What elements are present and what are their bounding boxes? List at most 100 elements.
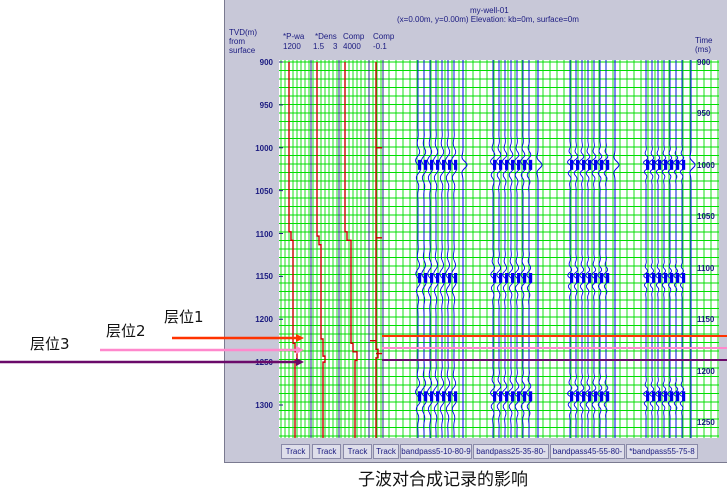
- synthetic-peak: [670, 273, 674, 283]
- synthetic-peak: [576, 391, 580, 402]
- track-header-pwave-name: *P-wa: [283, 32, 305, 41]
- synthetic-peak: [430, 159, 434, 170]
- tab-track-4[interactable]: Track: [373, 444, 399, 459]
- synthetic-peak: [600, 159, 604, 170]
- synthetic-peak: [430, 273, 434, 283]
- synthetic-peak: [594, 273, 598, 283]
- track-header-density-name: *Dens: [315, 32, 337, 41]
- time-tick-label: 1200: [697, 366, 715, 376]
- synthetic-peak: [646, 159, 650, 170]
- time-tick-label: 900: [697, 58, 711, 67]
- synthetic-peak: [523, 273, 527, 283]
- synthetic-peak: [576, 273, 580, 283]
- time-tick-label: 1250: [697, 418, 715, 427]
- synthetic-peak: [499, 391, 503, 402]
- horizon-3-label: 层位3: [30, 335, 70, 353]
- horizon-1-label: 层位1: [164, 308, 204, 326]
- synthetic-peak: [646, 273, 650, 283]
- synthetic-peak: [600, 391, 604, 402]
- synthetic-peak: [454, 391, 458, 402]
- well-location: (x=0.00m, y=0.00m) Elevation: kb=0m, sur…: [397, 15, 579, 24]
- tvd-tick-label: 1050: [255, 186, 273, 196]
- synthetic-peak: [570, 273, 574, 283]
- synthetic-peak: [517, 273, 521, 283]
- synthetic-peak: [676, 159, 680, 170]
- synthetic-peak: [448, 391, 452, 402]
- synthetic-peak: [442, 273, 446, 283]
- tab-bandpass-25-35[interactable]: bandpass25-35-80-: [473, 444, 549, 459]
- synthetic-peak: [658, 159, 662, 170]
- synthetic-peak: [594, 159, 598, 170]
- synthetic-peak: [511, 391, 515, 402]
- well-section-window: my-well-01 (x=0.00m, y=0.00m) Elevation:…: [224, 0, 727, 463]
- time-tick-label: 1100: [697, 263, 715, 273]
- synthetic-peak: [646, 391, 650, 402]
- synthetic-peak: [664, 273, 668, 283]
- synthetic-peak: [606, 159, 610, 170]
- synthetic-peak: [454, 159, 458, 170]
- tvd-tick-label: 1150: [255, 272, 273, 282]
- synthetic-peak: [523, 159, 527, 170]
- tvd-axis-label-line3: surface: [229, 46, 256, 55]
- tvd-tick-label: 1100: [255, 229, 273, 239]
- synthetic-peak: [682, 273, 686, 283]
- time-tick-label: 1050: [697, 212, 715, 222]
- synthetic-peak: [517, 391, 521, 402]
- track-header-comp2-name: Comp: [373, 32, 395, 41]
- synthetic-peak: [576, 159, 580, 170]
- synthetic-peak: [499, 159, 503, 170]
- synthetic-peak: [418, 159, 422, 170]
- tab-bandpass-45-55[interactable]: bandpass45-55-80-: [550, 444, 625, 459]
- tab-bandpass-55-75[interactable]: *bandpass55-75-8: [626, 444, 698, 459]
- synthetic-peak: [505, 273, 509, 283]
- time-axis-label-line1: Time: [695, 36, 713, 45]
- synthetic-peak: [658, 391, 662, 402]
- synthetic-peak: [588, 273, 592, 283]
- time-axis-label-line2: (ms): [695, 45, 711, 54]
- synthetic-peak: [588, 159, 592, 170]
- synthetic-peak: [505, 159, 509, 170]
- tvd-tick-label: 1000: [255, 143, 273, 153]
- synthetic-peak: [436, 391, 440, 402]
- synthetic-peak: [442, 391, 446, 402]
- synthetic-peak: [652, 273, 656, 283]
- synthetic-peak: [430, 391, 434, 402]
- synthetic-peak: [594, 391, 598, 402]
- track-header-comp2-scale: -0.1: [373, 42, 387, 51]
- synthetic-peak: [670, 159, 674, 170]
- horizon-2-label: 层位2: [106, 322, 146, 340]
- synthetic-peak: [682, 159, 686, 170]
- synthetic-peak: [511, 159, 515, 170]
- synthetic-peak: [529, 273, 533, 283]
- time-tick-label: 1000: [697, 160, 715, 170]
- synthetic-peak: [529, 159, 533, 170]
- well-name: my-well-01: [470, 6, 509, 15]
- synthetic-peak: [664, 159, 668, 170]
- tab-track-2[interactable]: Track: [312, 444, 341, 459]
- synthetic-peak: [424, 273, 428, 283]
- synthetic-peak: [606, 391, 610, 402]
- synthetic-peak: [682, 391, 686, 402]
- synthetic-peak: [493, 273, 497, 283]
- tvd-tick-label: 1300: [255, 401, 273, 410]
- synthetic-peak: [582, 159, 586, 170]
- synthetic-peak: [658, 273, 662, 283]
- synthetic-peak: [606, 273, 610, 283]
- synthetic-peak: [652, 159, 656, 170]
- synthetic-peak: [442, 159, 446, 170]
- synthetic-peak: [582, 273, 586, 283]
- tab-bandpass-5-10[interactable]: bandpass5-10-80-9: [400, 444, 472, 459]
- synthetic-peak: [570, 391, 574, 402]
- synthetic-peak: [424, 159, 428, 170]
- synthetic-peak: [582, 391, 586, 402]
- synthetic-peak: [523, 391, 527, 402]
- synthetic-peak: [493, 391, 497, 402]
- synthetic-peak: [652, 391, 656, 402]
- tab-track-1[interactable]: Track: [281, 444, 310, 459]
- synthetic-peak: [517, 159, 521, 170]
- tvd-tick-label: 1250: [255, 358, 273, 368]
- synthetic-peak: [418, 273, 422, 283]
- tab-track-3[interactable]: Track: [343, 444, 372, 459]
- track-header-density-scale: 1.5 3: [313, 42, 338, 51]
- synthetic-peak: [454, 273, 458, 283]
